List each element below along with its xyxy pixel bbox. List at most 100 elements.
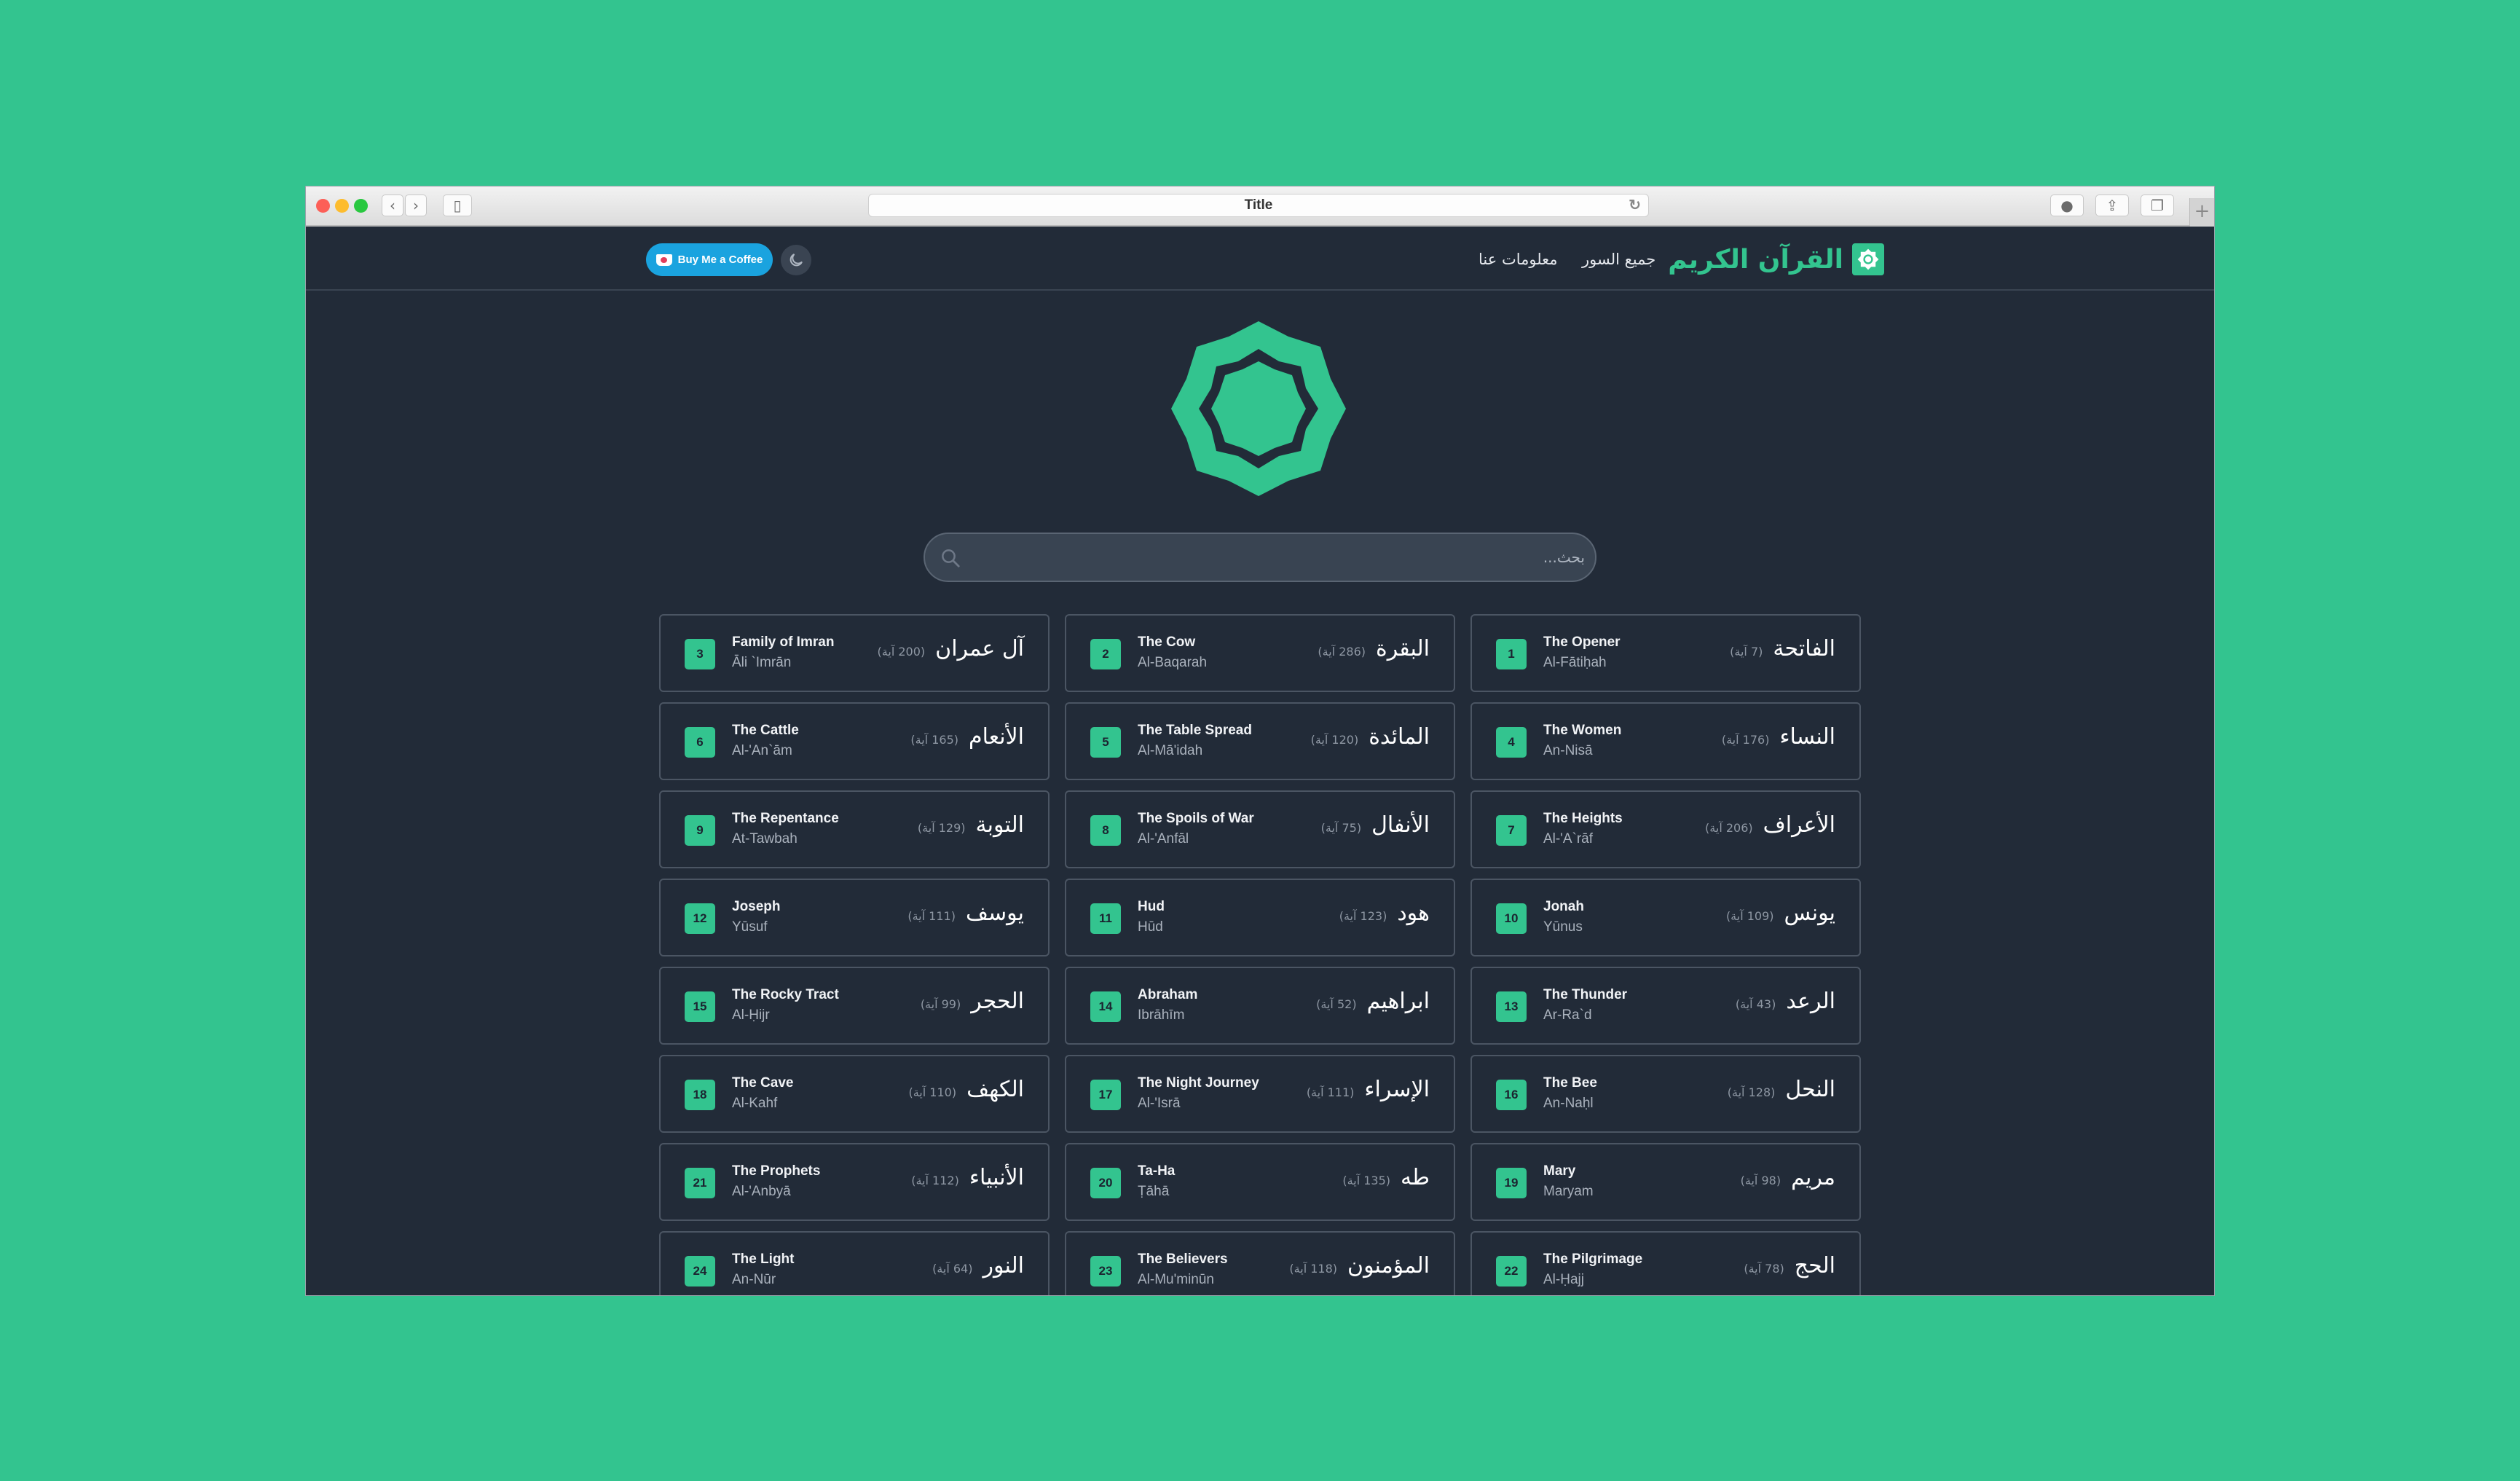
surah-ayat-count: (135 آية) xyxy=(1342,1174,1391,1187)
dark-mode-toggle[interactable] xyxy=(781,245,811,275)
surah-transliteration: An-Naḥl xyxy=(1543,1096,1594,1111)
forward-button[interactable]: › xyxy=(405,195,427,216)
brand-title: القرآن الكريم xyxy=(1668,244,1843,275)
surah-ayat-count: (78 آية) xyxy=(1744,1262,1784,1276)
surah-arabic-name: يوسف xyxy=(965,900,1024,926)
surah-english-name: The Prophets xyxy=(732,1163,821,1179)
surah-arabic-name: النحل xyxy=(1785,1077,1835,1102)
surah-card[interactable]: 6 The Cattle Al-'An`ām الأنعام (165 آية) xyxy=(659,702,1050,780)
surah-english-name: Jonah xyxy=(1543,899,1584,914)
surah-arabic-name: الأنعام xyxy=(969,724,1024,750)
buy-me-a-coffee-button[interactable]: Buy Me a Coffee xyxy=(646,243,773,276)
surah-ayat-count: (286 آية) xyxy=(1318,645,1366,659)
surah-transliteration: Al-'A`rāf xyxy=(1543,831,1594,846)
surah-number-badge: 17 xyxy=(1090,1080,1121,1110)
surah-card[interactable]: 4 The Women An-Nisā النساء (176 آية) xyxy=(1470,702,1861,780)
close-window-button[interactable] xyxy=(316,199,330,213)
surah-card[interactable]: 12 Joseph Yūsuf يوسف (111 آية) xyxy=(659,879,1050,956)
surah-arabic-name: طه xyxy=(1401,1165,1430,1190)
nav-link-all-surahs[interactable]: جميع السور xyxy=(1582,251,1655,268)
surah-card[interactable]: 23 The Believers Al-Mu'minūn المؤمنون (118 آ… xyxy=(1065,1231,1455,1295)
surah-ayat-count: (128 آية) xyxy=(1727,1085,1776,1099)
surah-card[interactable]: 15 The Rocky Tract Al-Ḥijr الحجر (99 آية) xyxy=(659,967,1050,1045)
surah-transliteration: Hūd xyxy=(1138,919,1163,935)
surah-number-badge: 10 xyxy=(1496,903,1527,934)
new-tab-button[interactable]: + xyxy=(2189,198,2214,227)
surah-number-badge: 14 xyxy=(1090,991,1121,1022)
surah-card[interactable]: 8 The Spoils of War Al-'Anfāl الأنفال (75 آي… xyxy=(1065,790,1455,868)
surah-transliteration: Ar-Ra`d xyxy=(1543,1007,1592,1023)
surah-transliteration: Al-Mu'minūn xyxy=(1138,1272,1214,1287)
surah-number-badge: 8 xyxy=(1090,815,1121,846)
surah-english-name: The Believers xyxy=(1138,1252,1228,1267)
sidebar-toggle-button[interactable]: ▯ xyxy=(443,195,472,216)
surah-english-name: Mary xyxy=(1543,1163,1576,1179)
surah-card[interactable]: 5 The Table Spread Al-Mā'idah المائدة (120 آ… xyxy=(1065,702,1455,780)
surah-arabic-name: الرعد xyxy=(1786,989,1835,1014)
surah-ayat-count: (112 آية) xyxy=(911,1174,959,1187)
surah-card[interactable]: 21 The Prophets Al-'Anbyā الأنبياء (112 آية) xyxy=(659,1143,1050,1221)
surah-card[interactable]: 11 Hud Hūd هود (123 آية) xyxy=(1065,879,1455,956)
surah-number-badge: 6 xyxy=(685,727,715,758)
surah-card[interactable]: 22 The Pilgrimage Al-Ḥajj الحج (78 آية) xyxy=(1470,1231,1861,1295)
surah-arabic-name: آل عمران xyxy=(935,636,1024,661)
surah-ayat-count: (176 آية) xyxy=(1721,733,1770,747)
surah-transliteration: Ibrāhīm xyxy=(1138,1007,1185,1023)
surah-arabic-name: الكهف xyxy=(966,1077,1024,1102)
surah-english-name: Ta-Ha xyxy=(1138,1163,1176,1179)
surah-ayat-count: (129 آية) xyxy=(917,821,966,835)
search-input[interactable] xyxy=(976,534,1585,581)
back-button[interactable]: ‹ xyxy=(382,195,403,216)
surah-card[interactable]: 18 The Cave Al-Kahf الكهف (110 آية) xyxy=(659,1055,1050,1133)
address-bar[interactable]: Title ↻ xyxy=(868,194,1649,217)
search-icon xyxy=(942,549,960,567)
download-button[interactable]: ● xyxy=(2050,195,2084,216)
maximize-window-button[interactable] xyxy=(354,199,368,213)
surah-transliteration: An-Nūr xyxy=(732,1272,776,1287)
surah-arabic-name: الأنبياء xyxy=(969,1165,1024,1190)
surah-arabic-name: ابراهيم xyxy=(1366,989,1430,1014)
share-button[interactable]: ⇪ xyxy=(2095,195,2129,216)
navbar: القرآن الكريم جميع السور معلومات عنا Buy… xyxy=(306,227,2214,291)
surah-card[interactable]: 1 The Opener Al-Fātiḥah الفاتحة (7 آية) xyxy=(1470,614,1861,692)
tabs-overview-button[interactable]: ❐ xyxy=(2141,195,2174,216)
surah-card[interactable]: 2 The Cow Al-Baqarah البقرة (286 آية) xyxy=(1065,614,1455,692)
surah-number-badge: 9 xyxy=(685,815,715,846)
surah-card[interactable]: 13 The Thunder Ar-Ra`d الرعد (43 آية) xyxy=(1470,967,1861,1045)
surah-card[interactable]: 7 The Heights Al-'A`rāf الأعراف (206 آية) xyxy=(1470,790,1861,868)
surah-arabic-name: الفاتحة xyxy=(1773,636,1835,661)
minimize-window-button[interactable] xyxy=(335,199,349,213)
surah-english-name: Joseph xyxy=(732,899,781,914)
surah-card[interactable]: 19 Mary Maryam مريم (98 آية) xyxy=(1470,1143,1861,1221)
chevron-right-icon: › xyxy=(413,197,419,214)
surah-transliteration: Āli `Imrān xyxy=(732,655,792,670)
browser-window: ‹ › ▯ Title ↻ ● ⇪ ❐ + القرآن الكريم جميع… xyxy=(305,186,2215,1296)
surah-card[interactable]: 3 Family of Imran Āli `Imrān آل عمران (200 آ… xyxy=(659,614,1050,692)
reload-icon[interactable]: ↻ xyxy=(1629,195,1641,216)
surah-number-badge: 23 xyxy=(1090,1256,1121,1286)
surah-card[interactable]: 9 The Repentance At-Tawbah التوبة (129 آية) xyxy=(659,790,1050,868)
surah-card[interactable]: 14 Abraham Ibrāhīm ابراهيم (52 آية) xyxy=(1065,967,1455,1045)
surah-english-name: The Spoils of War xyxy=(1138,811,1254,826)
coffee-label: Buy Me a Coffee xyxy=(677,254,763,266)
surah-arabic-name: يونس xyxy=(1784,900,1835,926)
nav-link-about[interactable]: معلومات عنا xyxy=(1478,251,1558,268)
surah-ayat-count: (52 آية) xyxy=(1316,997,1357,1011)
surah-card[interactable]: 20 Ta-Ha Ṭāhā طه (135 آية) xyxy=(1065,1143,1455,1221)
surah-ayat-count: (43 آية) xyxy=(1735,997,1776,1011)
surah-card[interactable]: 17 The Night Journey Al-'Isrā الإسراء (111 آ… xyxy=(1065,1055,1455,1133)
surah-english-name: The Cow xyxy=(1138,635,1196,650)
surah-card[interactable]: 10 Jonah Yūnus يونس (109 آية) xyxy=(1470,879,1861,956)
surah-english-name: Abraham xyxy=(1138,987,1198,1002)
surah-card[interactable]: 24 The Light An-Nūr النور (64 آية) xyxy=(659,1231,1050,1295)
surah-transliteration: Yūnus xyxy=(1543,919,1583,935)
surah-number-badge: 24 xyxy=(685,1256,715,1286)
search-bar xyxy=(924,533,1596,582)
brand-link[interactable]: القرآن الكريم xyxy=(1668,243,1884,276)
surah-transliteration: Ṭāhā xyxy=(1138,1184,1170,1199)
surah-transliteration: An-Nisā xyxy=(1543,743,1593,758)
surah-card[interactable]: 16 The Bee An-Naḥl النحل (128 آية) xyxy=(1470,1055,1861,1133)
moon-icon xyxy=(790,254,803,267)
surah-transliteration: Al-Mā'idah xyxy=(1138,743,1203,758)
surah-number-badge: 21 xyxy=(685,1168,715,1198)
